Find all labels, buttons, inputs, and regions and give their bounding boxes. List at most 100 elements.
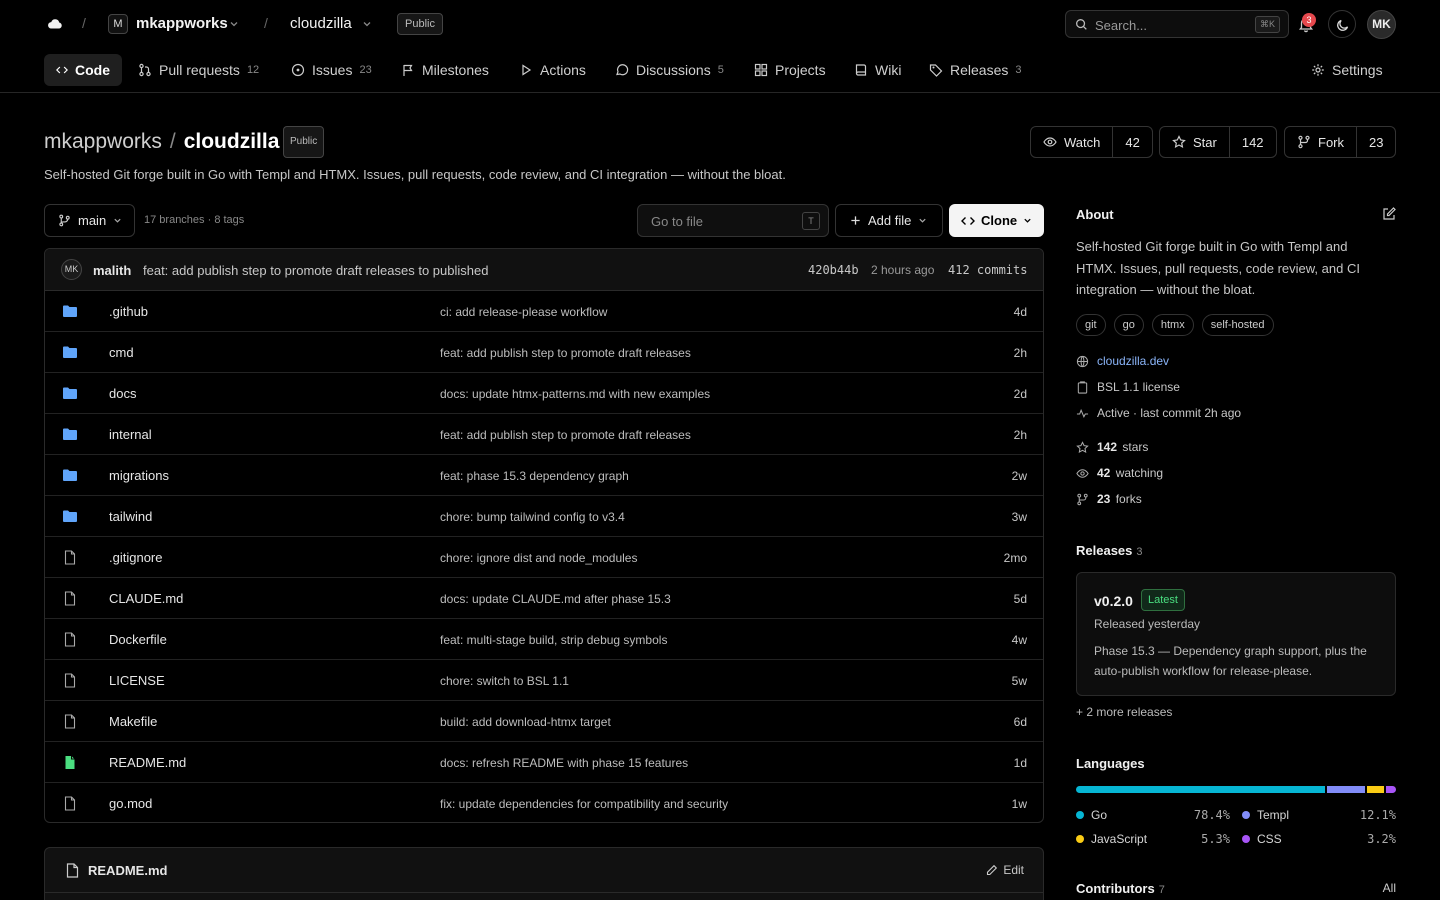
file-row[interactable]: docs docs: update htmx-patterns.md with n… [45,373,1043,414]
star-button[interactable]: Star [1160,127,1230,157]
file-name-link[interactable]: internal [109,427,152,442]
file-name-link[interactable]: go.mod [109,796,152,811]
branch-icon [59,214,70,227]
file-row[interactable]: Dockerfile feat: multi-stage build, strip… [45,619,1043,660]
all-contributors-link[interactable]: All [1383,881,1396,895]
file-commit-message[interactable]: build: add download-htmx target [440,715,611,729]
file-name-link[interactable]: Makefile [109,714,157,729]
tab-actions[interactable]: Actions [507,54,598,86]
branch-tag-count[interactable]: 17 branches · 8 tags [144,214,244,226]
topic-tag[interactable]: self-hosted [1201,314,1274,336]
branch-selector[interactable]: main [44,204,135,237]
file-name-link[interactable]: LICENSE [109,673,165,688]
file-row[interactable]: CLAUDE.md docs: update CLAUDE.md after ph… [45,578,1043,619]
language-legend-item[interactable]: Go 78.4% [1076,808,1230,822]
file-commit-message[interactable]: chore: ignore dist and node_modules [440,551,637,565]
file-row[interactable]: tailwind chore: bump tailwind config to v… [45,496,1043,537]
language-legend-item[interactable]: Templ 12.1% [1242,808,1396,822]
breadcrumb-org[interactable]: mkappworks [136,15,228,32]
language-legend-item[interactable]: CSS 3.2% [1242,832,1396,846]
pulse-icon [1076,408,1089,418]
license-link[interactable]: BSL 1.1 license [1097,380,1180,394]
latest-release-card[interactable]: v0.2.0 Latest Released yesterday Phase 1… [1076,572,1396,696]
tab-wiki[interactable]: Wiki [842,54,913,86]
tab-discussions[interactable]: Discussions 5 [603,54,736,86]
fork-button[interactable]: Fork [1285,127,1357,157]
file-name-link[interactable]: Dockerfile [109,632,167,647]
language-legend-item[interactable]: JavaScript 5.3% [1076,832,1230,846]
file-row[interactable]: Makefile build: add download-htmx target 6… [45,701,1043,742]
file-commit-message[interactable]: feat: phase 15.3 dependency graph [440,469,629,483]
more-releases-link[interactable]: + 2 more releases [1076,705,1172,719]
website-link[interactable]: cloudzilla.dev [1097,354,1169,368]
releases-heading[interactable]: Releases 3 [1076,543,1143,558]
file-row[interactable]: internal feat: add publish step to promot… [45,414,1043,455]
file-name-link[interactable]: README.md [109,755,186,770]
repo-owner-link[interactable]: mkappworks [44,130,162,153]
user-avatar[interactable]: MK [1367,10,1396,39]
tab-issues[interactable]: Issues 23 [279,54,384,86]
topic-tag[interactable]: htmx [1151,314,1194,336]
go-to-file-input[interactable]: Go to file T [637,204,829,237]
tab-releases[interactable]: Releases 3 [917,54,1034,86]
file-name-link[interactable]: docs [109,386,136,401]
file-commit-message[interactable]: ci: add release-please workflow [440,305,607,319]
tab-settings[interactable]: Settings [1299,54,1395,86]
edit-about-icon[interactable] [1382,207,1396,221]
commit-count-link[interactable]: 412 commits [948,263,1027,277]
file-row[interactable]: .github ci: add release-please workflow 4d [45,291,1043,332]
topic-tag[interactable]: git [1076,314,1106,336]
file-row[interactable]: .gitignore chore: ignore dist and node_mo… [45,537,1043,578]
file-name-link[interactable]: .github [109,304,148,319]
file-commit-message[interactable]: fix: update dependencies for compatibili… [440,797,728,811]
chevron-down-icon[interactable] [229,19,239,29]
watching-row[interactable]: 42 watching [1076,466,1163,480]
readme-edit-button[interactable]: Edit [986,863,1024,877]
commit-sha[interactable]: 420b44b [808,263,859,277]
tab-pull-requests[interactable]: Pull requests 12 [126,54,271,86]
topic-tag[interactable]: go [1113,314,1144,336]
file-name-link[interactable]: CLAUDE.md [109,591,183,606]
chevron-down-icon[interactable] [362,19,372,29]
forks-row[interactable]: 23 forks [1076,492,1142,506]
commit-author[interactable]: malith [93,263,131,278]
file-commit-message[interactable]: feat: add publish step to promote draft … [440,346,691,360]
contributors-heading[interactable]: Contributors 7 [1076,881,1396,896]
file-row[interactable]: cmd feat: add publish step to promote dra… [45,332,1043,373]
search-input[interactable]: Search... ⌘K [1065,10,1289,38]
star-icon [1172,135,1186,149]
tab-code[interactable]: Code [44,54,122,86]
file-row[interactable]: migrations feat: phase 15.3 dependency gr… [45,455,1043,496]
theme-toggle-button[interactable] [1328,10,1356,38]
fork-count[interactable]: 23 [1357,127,1395,157]
file-name-link[interactable]: cmd [109,345,134,360]
file-commit-message[interactable]: feat: multi-stage build, strip debug sym… [440,633,667,647]
breadcrumb-repo[interactable]: cloudzilla [290,15,352,32]
file-name-link[interactable]: .gitignore [109,550,162,565]
file-row[interactable]: README.md docs: refresh README with phase… [45,742,1043,783]
tab-projects[interactable]: Projects [742,54,838,86]
file-commit-message[interactable]: docs: update CLAUDE.md after phase 15.3 [440,592,671,606]
watch-count[interactable]: 42 [1113,127,1151,157]
clone-button[interactable]: Clone [949,204,1044,237]
commit-author-avatar[interactable]: MK [61,259,82,280]
stars-row[interactable]: 142 stars [1076,440,1148,454]
file-commit-message[interactable]: docs: update htmx-patterns.md with new e… [440,387,710,401]
file-row[interactable]: LICENSE chore: switch to BSL 1.1 5w [45,660,1043,701]
commit-message[interactable]: feat: add publish step to promote draft … [143,263,488,278]
file-commit-message[interactable]: chore: switch to BSL 1.1 [440,674,569,688]
release-version[interactable]: v0.2.0 [1094,593,1133,609]
cloud-logo-icon[interactable] [46,15,64,33]
star-count[interactable]: 142 [1230,127,1276,157]
file-commit-message[interactable]: docs: refresh README with phase 15 featu… [440,756,688,770]
add-file-button[interactable]: Add file [835,204,943,237]
file-commit-message[interactable]: feat: add publish step to promote draft … [440,428,691,442]
repo-name-link[interactable]: cloudzilla [184,130,280,153]
file-name-link[interactable]: tailwind [109,509,152,524]
tab-milestones[interactable]: Milestones [389,54,501,86]
file-name-link[interactable]: migrations [109,468,169,483]
file-commit-message[interactable]: chore: bump tailwind config to v3.4 [440,510,625,524]
file-row[interactable]: go.mod fix: update dependencies for compa… [45,783,1043,822]
language-percent: 3.2% [1367,832,1396,846]
watch-button[interactable]: Watch [1031,127,1114,157]
